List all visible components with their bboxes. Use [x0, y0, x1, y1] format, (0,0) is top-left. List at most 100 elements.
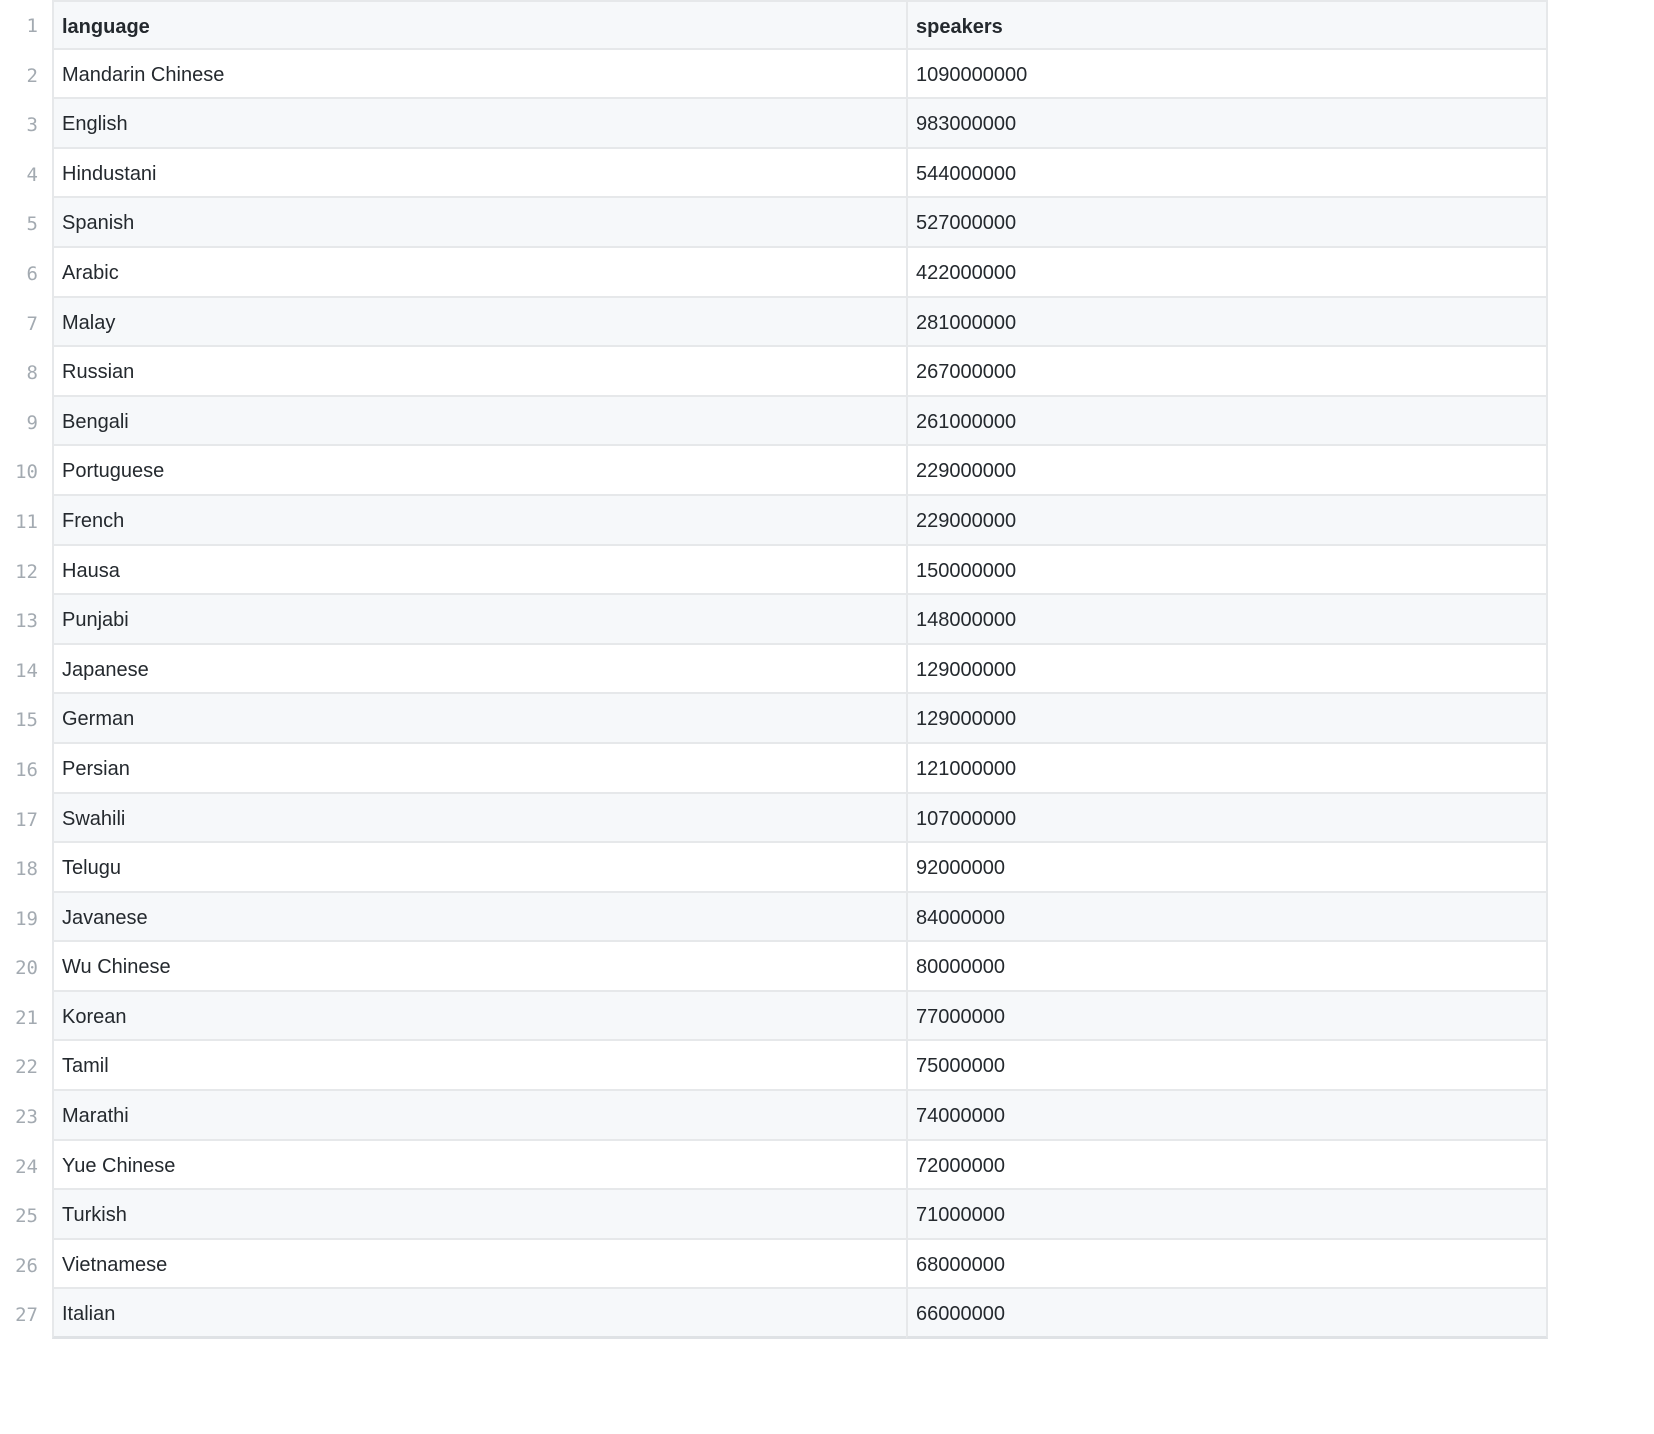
line-number[interactable]: 3 — [0, 99, 52, 149]
line-number[interactable]: 23 — [0, 1091, 52, 1141]
cell-language: Vietnamese — [52, 1239, 906, 1290]
line-number[interactable]: 26 — [0, 1239, 52, 1290]
cell-language: English — [52, 99, 906, 149]
cell-language: Javanese — [52, 892, 906, 943]
table-row: 22 Tamil 75000000 — [0, 1041, 1548, 1092]
table-row: 27 Italian 66000000 — [0, 1289, 1548, 1340]
cell-speakers: 74000000 — [906, 1091, 1548, 1141]
table-row: 25 Turkish 71000000 — [0, 1190, 1548, 1240]
cell-language: Wu Chinese — [52, 942, 906, 992]
cell-speakers: 261000000 — [906, 396, 1548, 447]
cell-speakers: 129000000 — [906, 644, 1548, 695]
table-row: 19 Javanese 84000000 — [0, 892, 1548, 943]
cell-speakers: 129000000 — [906, 694, 1548, 744]
table-row: 5 Spanish 527000000 — [0, 198, 1548, 248]
cell-language: Portuguese — [52, 446, 906, 496]
line-number[interactable]: 24 — [0, 1140, 52, 1191]
line-number[interactable]: 22 — [0, 1041, 52, 1092]
cell-speakers: 92000000 — [906, 843, 1548, 893]
cell-speakers: 75000000 — [906, 1041, 1548, 1092]
table-row: 3 English 983000000 — [0, 99, 1548, 149]
cell-speakers: 80000000 — [906, 942, 1548, 992]
cell-language: Punjabi — [52, 595, 906, 645]
cell-language: Arabic — [52, 247, 906, 298]
table-row: 8 Russian 267000000 — [0, 347, 1548, 397]
cell-speakers: 229000000 — [906, 446, 1548, 496]
table-row: 24 Yue Chinese 72000000 — [0, 1140, 1548, 1191]
cell-language: Hausa — [52, 545, 906, 596]
table-row: 2 Mandarin Chinese 1090000000 — [0, 49, 1548, 100]
cell-speakers: 84000000 — [906, 892, 1548, 943]
cell-speakers: 150000000 — [906, 545, 1548, 596]
line-number[interactable]: 9 — [0, 396, 52, 447]
line-number[interactable]: 21 — [0, 991, 52, 1042]
line-number[interactable]: 14 — [0, 644, 52, 695]
table-row: 6 Arabic 422000000 — [0, 247, 1548, 298]
line-number[interactable]: 16 — [0, 743, 52, 794]
cell-speakers: 66000000 — [906, 1289, 1548, 1340]
cell-language: Russian — [52, 347, 906, 397]
table-row: 11 French 229000000 — [0, 495, 1548, 546]
line-number[interactable]: 5 — [0, 198, 52, 248]
cell-language: Swahili — [52, 793, 906, 844]
cell-language: Hindustani — [52, 148, 906, 199]
cell-speakers: 229000000 — [906, 495, 1548, 546]
line-number[interactable]: 11 — [0, 495, 52, 546]
cell-language: Bengali — [52, 396, 906, 447]
cell-language: Italian — [52, 1289, 906, 1340]
cell-speakers: 71000000 — [906, 1190, 1548, 1240]
line-number[interactable]: 6 — [0, 247, 52, 298]
line-number[interactable]: 13 — [0, 595, 52, 645]
line-number[interactable]: 10 — [0, 446, 52, 496]
table-row: 14 Japanese 129000000 — [0, 644, 1548, 695]
table-row: 12 Hausa 150000000 — [0, 545, 1548, 596]
cell-speakers: 267000000 — [906, 347, 1548, 397]
line-number[interactable]: 19 — [0, 892, 52, 943]
line-number[interactable]: 20 — [0, 942, 52, 992]
cell-language: Turkish — [52, 1190, 906, 1240]
cell-speakers: 281000000 — [906, 297, 1548, 348]
line-number[interactable]: 2 — [0, 49, 52, 100]
cell-speakers: 72000000 — [906, 1140, 1548, 1191]
table-row: 4 Hindustani 544000000 — [0, 148, 1548, 199]
cell-language: Marathi — [52, 1091, 906, 1141]
cell-speakers: 544000000 — [906, 148, 1548, 199]
line-number[interactable]: 7 — [0, 297, 52, 348]
cell-language: Persian — [52, 743, 906, 794]
cell-language: German — [52, 694, 906, 744]
cell-speakers: 1090000000 — [906, 49, 1548, 100]
table-row: 23 Marathi 74000000 — [0, 1091, 1548, 1141]
cell-speakers: 68000000 — [906, 1239, 1548, 1290]
line-number[interactable]: 8 — [0, 347, 52, 397]
table-body: 2 Mandarin Chinese 1090000000 3 English 98300… — [0, 49, 1548, 1340]
cell-language: Telugu — [52, 843, 906, 893]
table-row: 17 Swahili 107000000 — [0, 793, 1548, 844]
cell-speakers: 121000000 — [906, 743, 1548, 794]
cell-speakers: 422000000 — [906, 247, 1548, 298]
line-number[interactable]: 27 — [0, 1289, 52, 1340]
line-number[interactable]: 18 — [0, 843, 52, 893]
line-number[interactable]: 15 — [0, 694, 52, 744]
cell-language: French — [52, 495, 906, 546]
table-row: 21 Korean 77000000 — [0, 991, 1548, 1042]
cell-speakers: 148000000 — [906, 595, 1548, 645]
line-number[interactable]: 17 — [0, 793, 52, 844]
line-number[interactable]: 4 — [0, 148, 52, 199]
line-number[interactable]: 25 — [0, 1190, 52, 1240]
csv-table: 1 language speakers 2 Mandarin Chinese 109… — [0, 0, 1548, 1340]
table-header-row: 1 language speakers — [0, 0, 1548, 50]
cell-speakers: 527000000 — [906, 198, 1548, 248]
cell-language: Tamil — [52, 1041, 906, 1092]
table-row: 16 Persian 121000000 — [0, 743, 1548, 794]
cell-speakers: 77000000 — [906, 991, 1548, 1042]
cell-language: Japanese — [52, 644, 906, 695]
line-number[interactable]: 12 — [0, 545, 52, 596]
table-row: 7 Malay 281000000 — [0, 297, 1548, 348]
table-row: 15 German 129000000 — [0, 694, 1548, 744]
table-row: 18 Telugu 92000000 — [0, 843, 1548, 893]
line-number[interactable]: 1 — [0, 0, 52, 50]
column-header-speakers: speakers — [906, 0, 1548, 50]
cell-language: Malay — [52, 297, 906, 348]
cell-language: Yue Chinese — [52, 1140, 906, 1191]
table-row: 13 Punjabi 148000000 — [0, 595, 1548, 645]
